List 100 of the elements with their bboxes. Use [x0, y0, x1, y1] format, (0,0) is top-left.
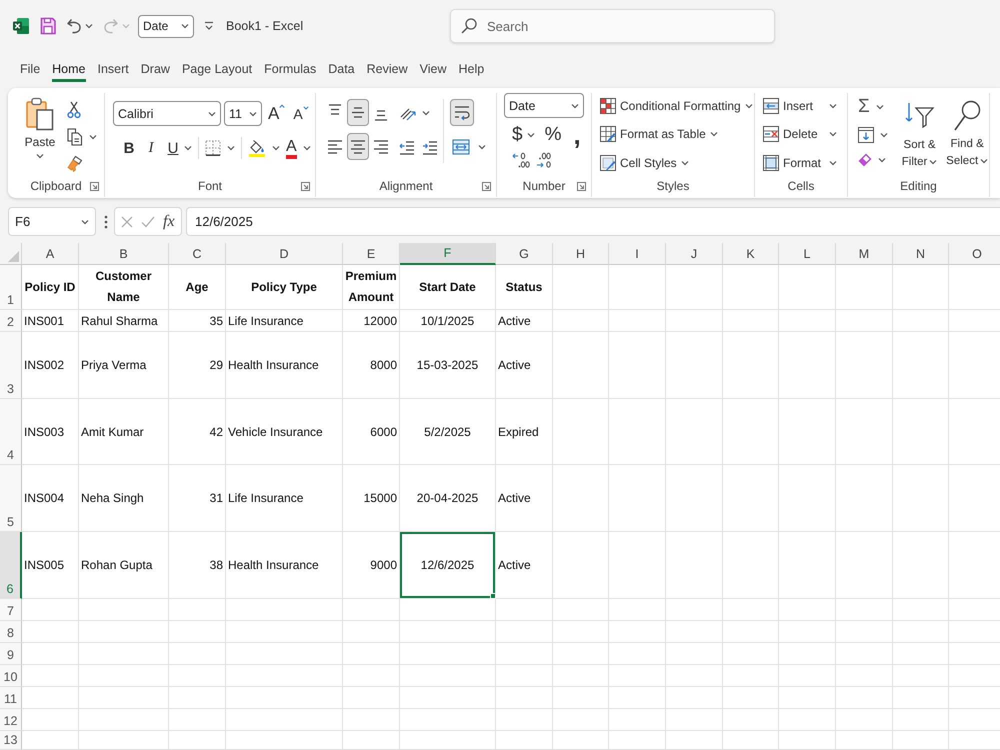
caret-icon[interactable] [302, 145, 311, 151]
sort-filter-button[interactable]: Sort & Filter [898, 95, 942, 175]
empty-cell[interactable] [666, 731, 723, 750]
empty-cell[interactable] [836, 643, 893, 665]
conditional-formatting-button[interactable]: Conditional Formatting [600, 94, 754, 118]
empty-cell[interactable] [836, 687, 893, 709]
empty-cell[interactable] [779, 665, 836, 687]
empty-cell[interactable] [496, 621, 553, 643]
empty-cell[interactable] [553, 399, 609, 465]
empty-cell[interactable] [609, 465, 666, 532]
empty-cell[interactable] [723, 687, 779, 709]
caret-icon[interactable] [422, 110, 430, 116]
caret-icon[interactable] [876, 104, 884, 110]
empty-cell[interactable] [666, 709, 723, 731]
empty-cell[interactable] [779, 599, 836, 621]
column-header[interactable]: L [779, 243, 836, 265]
empty-cell[interactable] [893, 599, 949, 621]
formula-input[interactable]: 12/6/2025 [186, 207, 1000, 236]
row-header[interactable]: 13 [0, 731, 22, 750]
table-cell[interactable]: 8000 [343, 332, 400, 399]
empty-cell[interactable] [836, 665, 893, 687]
row-header[interactable]: 8 [0, 621, 22, 643]
empty-cell[interactable] [666, 643, 723, 665]
empty-cell[interactable] [226, 621, 343, 643]
empty-cell[interactable] [553, 532, 609, 599]
header-cell[interactable]: Premium Amount [343, 265, 400, 310]
row-header[interactable]: 9 [0, 643, 22, 665]
table-cell[interactable]: INS001 [22, 310, 79, 332]
row-header[interactable]: 7 [0, 599, 22, 621]
empty-cell[interactable] [779, 332, 836, 399]
empty-cell[interactable] [723, 731, 779, 750]
grow-font-button[interactable]: A [268, 104, 286, 124]
column-header[interactable]: F [400, 243, 496, 265]
empty-cell[interactable] [496, 731, 553, 750]
empty-cell[interactable] [836, 709, 893, 731]
empty-cell[interactable] [666, 532, 723, 599]
empty-cell[interactable] [609, 643, 666, 665]
header-cell[interactable]: Age [169, 265, 226, 310]
header-cell[interactable]: Customer Name [79, 265, 169, 310]
middle-align-button[interactable] [347, 99, 369, 126]
scissors-icon[interactable] [67, 101, 81, 119]
table-cell[interactable]: Vehicle Insurance [226, 399, 343, 465]
empty-cell[interactable] [609, 265, 666, 310]
table-cell[interactable]: 12/6/2025 [400, 532, 496, 599]
empty-cell[interactable] [553, 265, 609, 310]
row-header[interactable]: 1 [0, 265, 22, 310]
empty-cell[interactable] [723, 621, 779, 643]
empty-cell[interactable] [779, 731, 836, 750]
paintbrush-icon[interactable] [67, 155, 83, 173]
format-as-table-button[interactable]: Format as Table [600, 122, 754, 147]
empty-cell[interactable] [79, 599, 169, 621]
empty-cell[interactable] [723, 265, 779, 310]
table-cell[interactable]: 20-04-2025 [400, 465, 496, 532]
empty-cell[interactable] [496, 643, 553, 665]
empty-cell[interactable] [79, 687, 169, 709]
wrap-text-button[interactable] [450, 99, 474, 126]
paste-button[interactable]: Paste [22, 97, 58, 175]
table-cell[interactable]: 38 [169, 532, 226, 599]
column-header[interactable]: O [949, 243, 1000, 265]
check-icon[interactable] [141, 216, 155, 228]
empty-cell[interactable] [609, 665, 666, 687]
table-cell[interactable]: Priya Verma [79, 332, 169, 399]
ribbon-tab[interactable]: Page Layout [176, 53, 258, 85]
empty-cell[interactable] [400, 687, 496, 709]
increase-decimal-icon[interactable] [512, 152, 530, 168]
empty-cell[interactable] [723, 599, 779, 621]
empty-cell[interactable] [343, 731, 400, 750]
empty-cell[interactable] [553, 332, 609, 399]
row-header[interactable]: 12 [0, 709, 22, 731]
table-cell[interactable]: 9000 [343, 532, 400, 599]
dialog-launcher-icon[interactable] [577, 182, 586, 190]
table-cell[interactable]: INS002 [22, 332, 79, 399]
empty-cell[interactable] [779, 265, 836, 310]
empty-cell[interactable] [893, 665, 949, 687]
caret-icon[interactable] [227, 145, 235, 151]
empty-cell[interactable] [553, 687, 609, 709]
empty-cell[interactable] [609, 532, 666, 599]
table-cell[interactable]: Health Insurance [226, 332, 343, 399]
customize-menu-icon[interactable] [204, 21, 214, 31]
header-cell[interactable]: Start Date [400, 265, 496, 310]
column-header[interactable]: A [22, 243, 79, 265]
center-align-button[interactable] [347, 133, 369, 160]
table-cell[interactable]: INS004 [22, 465, 79, 532]
table-cell[interactable]: Amit Kumar [79, 399, 169, 465]
caret-icon[interactable] [478, 144, 486, 150]
cell-styles-button[interactable]: Cell Styles [600, 150, 754, 175]
table-cell[interactable]: Rohan Gupta [79, 532, 169, 599]
column-header[interactable]: H [553, 243, 609, 265]
empty-cell[interactable] [666, 310, 723, 332]
empty-cell[interactable] [666, 665, 723, 687]
empty-cell[interactable] [723, 709, 779, 731]
ribbon-tab[interactable]: Draw [134, 53, 176, 85]
empty-cell[interactable] [79, 643, 169, 665]
empty-cell[interactable] [343, 665, 400, 687]
empty-cell[interactable] [609, 621, 666, 643]
empty-cell[interactable] [609, 399, 666, 465]
row-header[interactable]: 4 [0, 399, 22, 465]
font-size-field[interactable]: 11 [224, 101, 262, 126]
empty-cell[interactable] [496, 599, 553, 621]
font-name-field[interactable]: Calibri [113, 101, 221, 126]
